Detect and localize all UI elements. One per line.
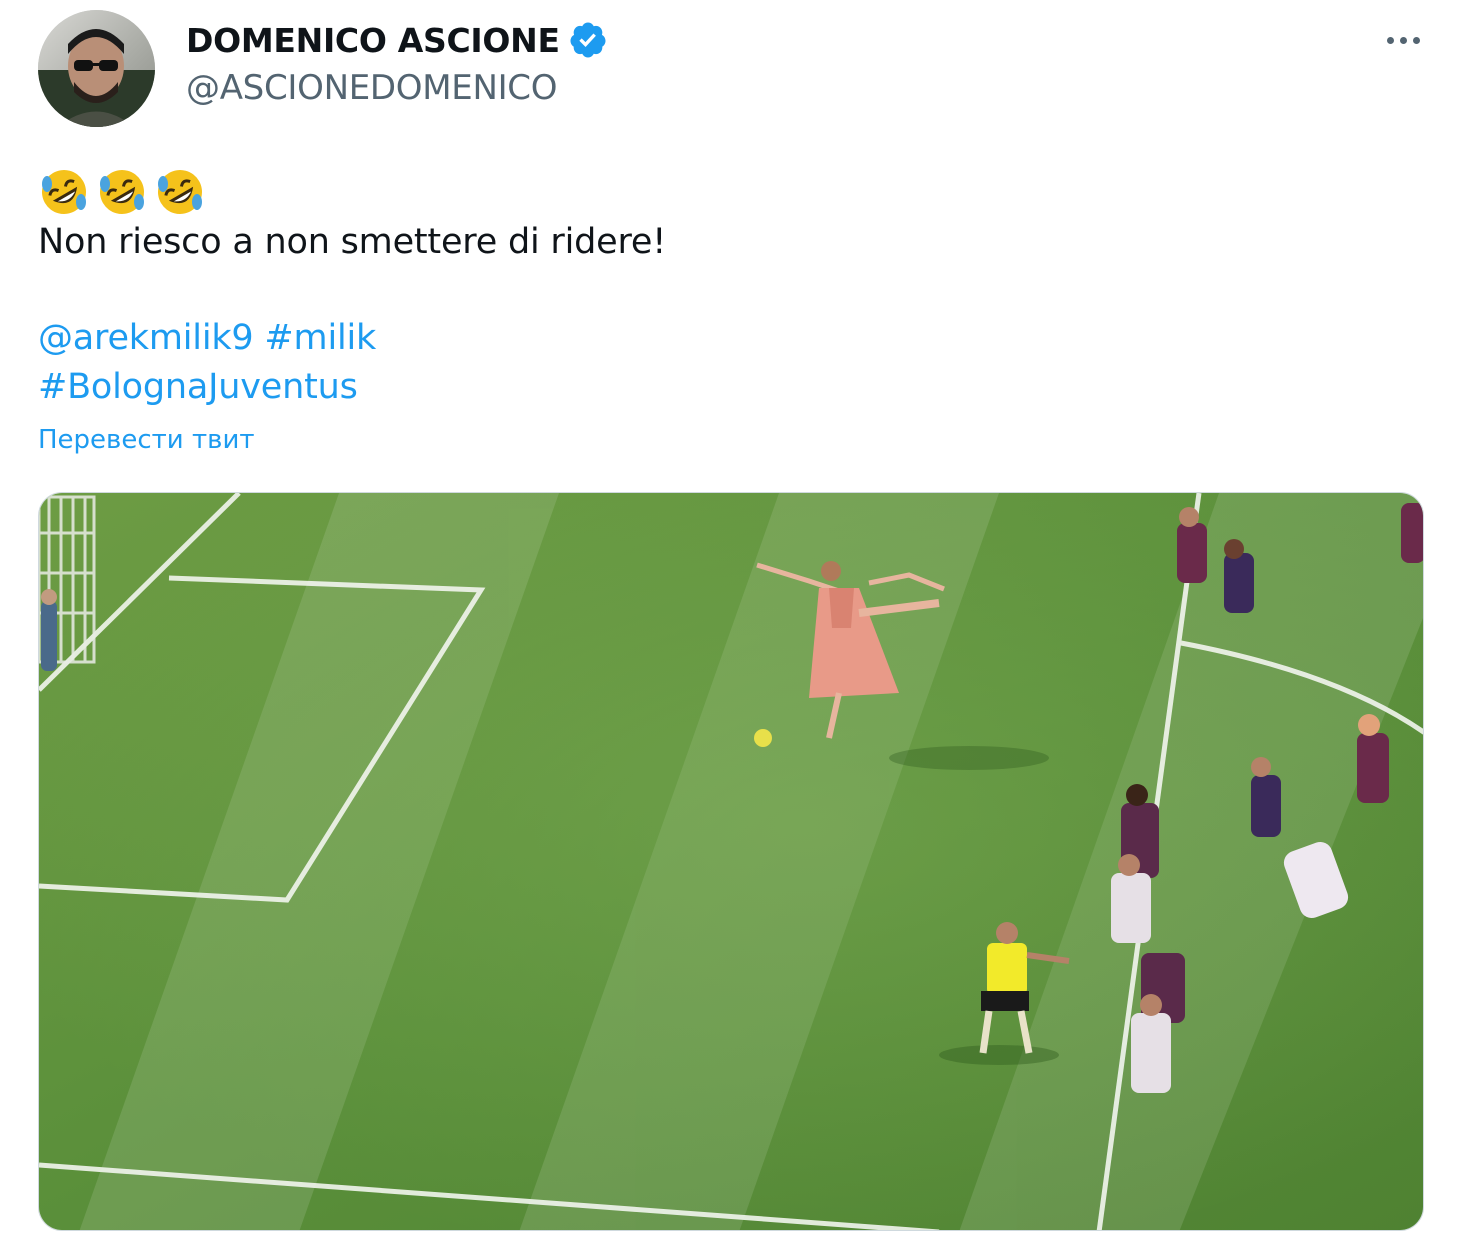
rolling-laughing-emoji-icon: [158, 169, 202, 214]
hashtag-link[interactable]: #BolognaJuventus: [38, 367, 358, 407]
rolling-laughing-emoji-icon: [42, 169, 86, 214]
tweet-media-photo[interactable]: [38, 492, 1424, 1231]
translate-tweet-link[interactable]: Перевести твит: [38, 425, 254, 455]
more-icon-dot: [1412, 36, 1420, 44]
author-avatar[interactable]: [38, 10, 155, 127]
more-options-button[interactable]: [1376, 18, 1430, 62]
author-block: DOMENICO ASCIONE @ASCIONEDOMENICO: [186, 18, 608, 108]
author-name[interactable]: DOMENICO ASCIONE: [186, 21, 560, 60]
football-pitch-image: [39, 493, 1423, 1230]
hashtag-link[interactable]: #milik: [264, 318, 376, 358]
tweet-text: Non riesco a non smettere di ridere!: [38, 222, 667, 262]
tweet-tags-line-1: @arekmilik9 #milik: [38, 318, 376, 358]
avatar-photo: [38, 10, 155, 127]
tweet[interactable]: DOMENICO ASCIONE @ASCIONEDOMENICO Non ri…: [0, 0, 1460, 1250]
verified-badge-icon: [568, 20, 608, 60]
more-icon-dot: [1399, 36, 1407, 44]
more-icon-dot: [1386, 36, 1394, 44]
emoji-row: [38, 166, 206, 218]
rolling-laughing-emoji-icon: [100, 169, 144, 214]
mention-link[interactable]: @arekmilik9: [38, 318, 254, 358]
author-handle[interactable]: @ASCIONEDOMENICO: [186, 68, 608, 108]
tweet-tags-line-2: #BolognaJuventus: [38, 367, 358, 407]
